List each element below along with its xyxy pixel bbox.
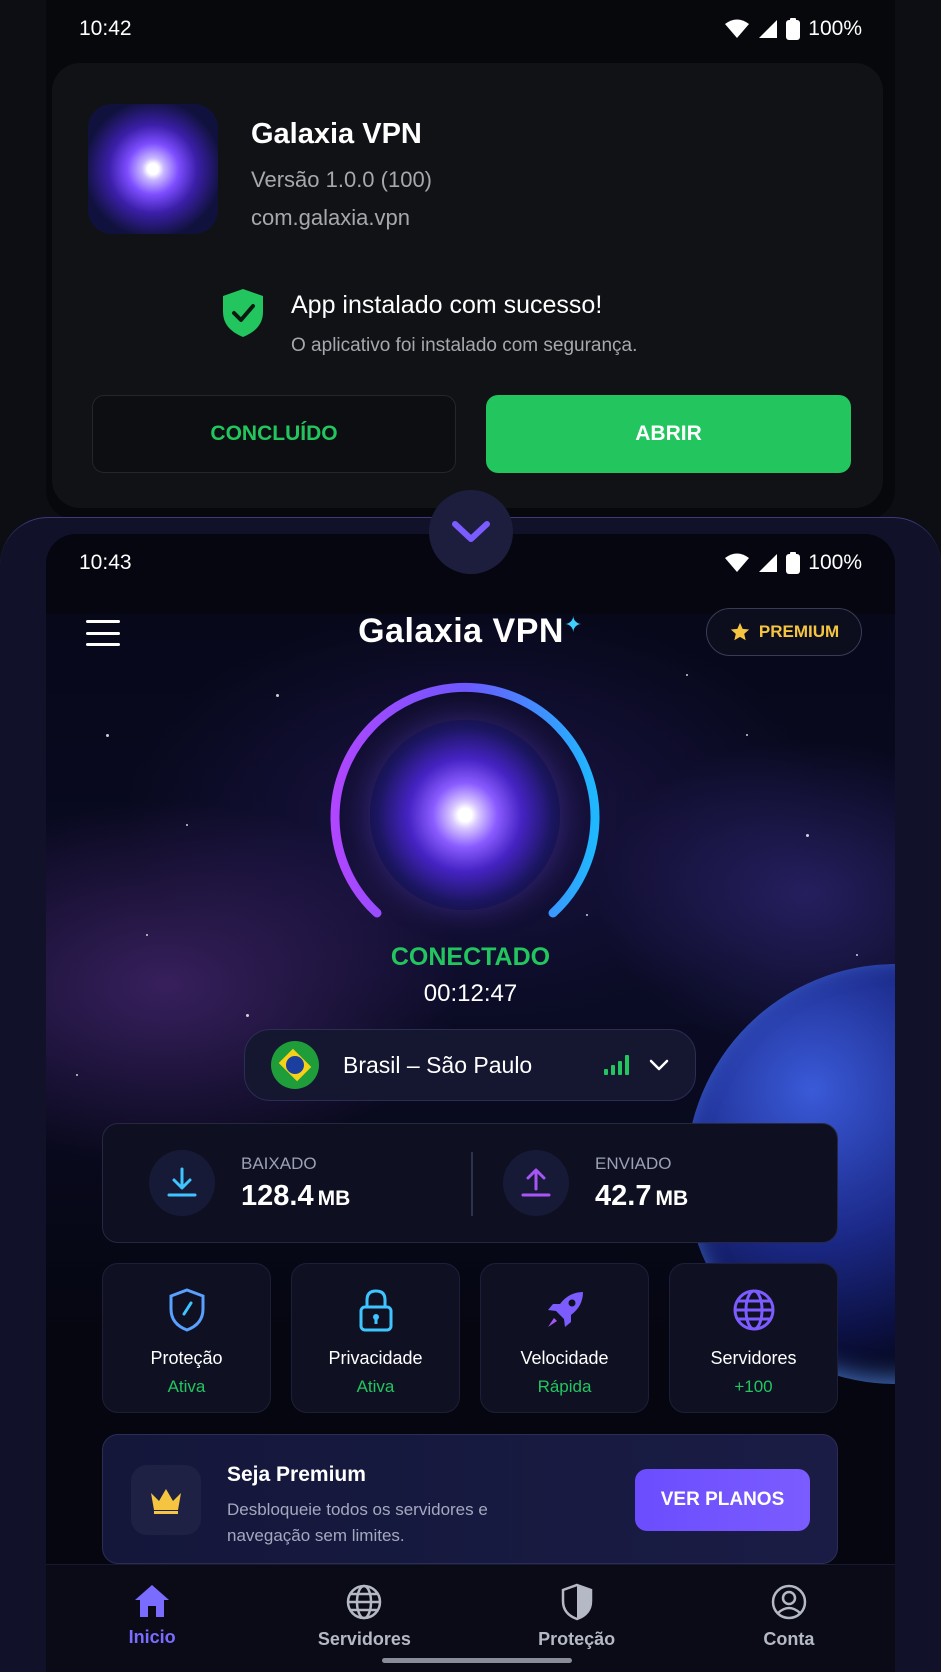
shield-icon <box>561 1583 592 1621</box>
status-time: 10:42 <box>79 17 132 40</box>
globe-icon <box>347 1584 382 1620</box>
feature-name: Servidores <box>710 1348 797 1368</box>
upload-stat: ENVIADO 42.7 MB <box>471 1124 838 1242</box>
battery-icon <box>786 18 801 40</box>
app-version: Versão 1.0.0 (100) <box>251 167 433 192</box>
upload-icon <box>503 1150 569 1216</box>
premium-title: Seja Premium <box>227 1463 366 1486</box>
upload-label: ENVIADO <box>595 1153 672 1173</box>
nav-label: Conta <box>763 1629 815 1649</box>
download-stat: BAIXADO 128.4 MB <box>103 1124 470 1242</box>
status-time: 10:43 <box>79 551 132 574</box>
feature-state: +100 <box>734 1377 773 1396</box>
home-icon <box>135 1585 170 1617</box>
globe-icon <box>733 1289 774 1331</box>
upload-unit: MB <box>655 1186 689 1210</box>
status-icons: 100% <box>724 551 862 575</box>
download-unit: MB <box>317 1186 351 1210</box>
app-package: com.galaxia.vpn <box>251 205 410 230</box>
connection-status: CONECTADO <box>390 943 551 971</box>
home-indicator[interactable] <box>382 1658 572 1663</box>
view-plans-button[interactable]: VER PLANOS <box>635 1469 810 1531</box>
nav-item-home[interactable]: Inicio <box>46 1565 258 1672</box>
feature-state: Ativa <box>167 1377 206 1396</box>
status-bar: 10:42 100% <box>46 0 895 58</box>
chevron-down-icon <box>649 1059 669 1071</box>
premium-description: Desbloqueie todos os servidores e navega… <box>227 1500 488 1545</box>
wifi-icon <box>725 19 750 38</box>
installer-screen: 10:42 100% Galaxia VPN Versão 1.0.0 (100… <box>46 0 895 520</box>
premium-button[interactable]: PREMIUM <box>706 608 862 656</box>
install-complete-card: Galaxia VPN Versão 1.0.0 (100) com.galax… <box>52 63 883 508</box>
nav-label: Inicio <box>128 1627 176 1647</box>
feature-name: Proteção <box>150 1348 223 1368</box>
nav-label: Proteção <box>538 1629 616 1649</box>
feature-name: Privacidade <box>328 1348 423 1368</box>
nav-item-account[interactable]: Conta <box>683 1565 895 1672</box>
feature-state: Rápida <box>537 1377 592 1396</box>
crown-icon <box>131 1465 201 1535</box>
account-icon <box>771 1584 807 1620</box>
feature-protection[interactable]: Proteção Ativa <box>102 1263 271 1413</box>
premium-label: PREMIUM <box>758 622 840 641</box>
nav-label: Servidores <box>317 1629 411 1649</box>
rocket-icon <box>547 1292 583 1327</box>
signal-bars-icon <box>604 1055 629 1075</box>
feature-name: Velocidade <box>520 1348 609 1368</box>
shield-icon <box>169 1288 204 1332</box>
done-button[interactable]: CONCLUÍDO <box>92 395 456 473</box>
lock-icon <box>359 1289 392 1332</box>
feature-servers[interactable]: Servidores +100 <box>669 1263 838 1413</box>
chevron-down-icon <box>452 521 490 542</box>
nav-item-protection[interactable]: Proteção <box>471 1565 683 1672</box>
features-grid: Proteção Ativa Privacidade Ativa Velocid… <box>102 1263 838 1413</box>
traffic-stats-card: BAIXADO 128.4 MB ENVIADO 42.7 MB <box>102 1123 838 1243</box>
status-icons: 100% <box>724 17 862 41</box>
collapse-toggle[interactable] <box>429 490 513 574</box>
shield-check-icon <box>223 289 263 337</box>
upload-value: 42.7 <box>595 1179 652 1212</box>
battery-icon <box>786 552 801 574</box>
location-selector[interactable]: Brasil – São Paulo <box>244 1029 696 1101</box>
app-name: Galaxia VPN <box>251 118 422 150</box>
battery-percent: 100% <box>808 17 862 40</box>
cellular-icon <box>759 554 778 572</box>
feature-privacy[interactable]: Privacidade Ativa <box>291 1263 460 1413</box>
app-icon <box>88 104 218 234</box>
success-title: App instalado com sucesso! <box>291 291 603 319</box>
premium-promo-card: Seja Premium Desbloqueie todos os servid… <box>102 1434 838 1564</box>
feature-state: Ativa <box>356 1377 395 1396</box>
battery-percent: 100% <box>808 551 862 574</box>
open-button[interactable]: ABRIR <box>486 395 851 473</box>
location-name: Brasil – São Paulo <box>343 1051 533 1078</box>
download-label: BAIXADO <box>241 1153 317 1173</box>
connection-timer: 00:12:47 <box>423 980 518 1007</box>
brazil-flag-icon <box>271 1041 319 1089</box>
cellular-icon <box>759 20 778 38</box>
download-value: 128.4 <box>241 1179 314 1212</box>
wifi-icon <box>725 553 750 572</box>
download-icon <box>149 1150 215 1216</box>
sparkle-icon: ✦ <box>563 612 583 637</box>
feature-speed[interactable]: Velocidade Rápida <box>480 1263 649 1413</box>
success-subtitle: O aplicativo foi instalado com segurança… <box>291 335 638 356</box>
nav-item-servers[interactable]: Servidores <box>258 1565 470 1672</box>
galaxy-orb-icon <box>370 720 560 910</box>
bottom-navigation: Inicio Servidores Proteção Conta <box>46 1564 895 1672</box>
star-icon <box>730 622 750 641</box>
